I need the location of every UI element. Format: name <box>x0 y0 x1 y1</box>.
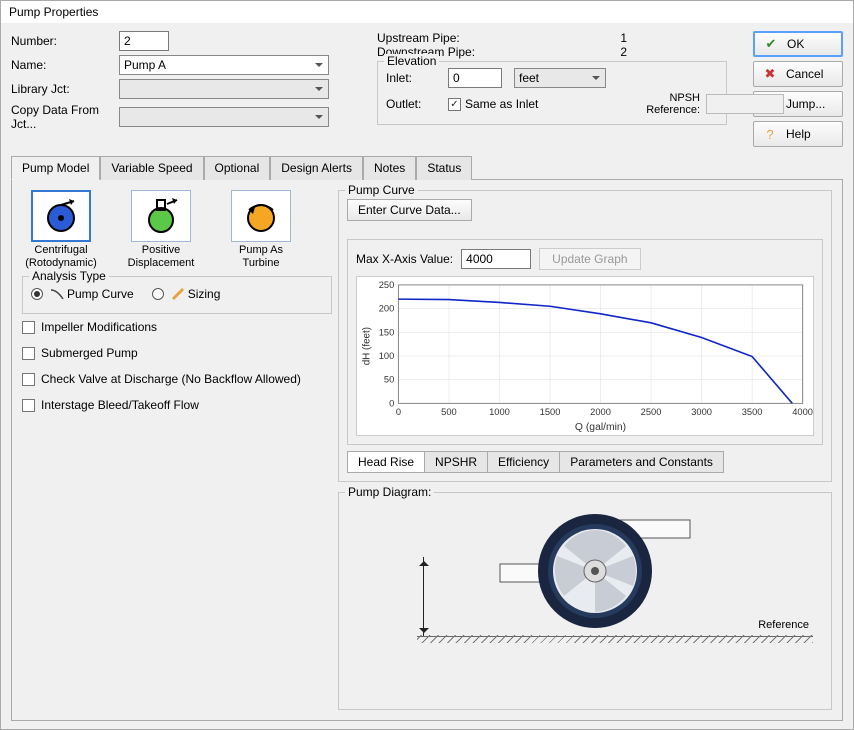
tab-variable-speed[interactable]: Variable Speed <box>100 156 203 180</box>
svg-text:2000: 2000 <box>590 407 611 417</box>
npsh-ref-label: NPSH Reference: <box>620 92 700 116</box>
check-valve-checkbox[interactable] <box>22 373 35 386</box>
svg-text:0: 0 <box>389 399 394 409</box>
update-graph-button: Update Graph <box>539 248 640 270</box>
window-title: Pump Properties <box>1 1 853 23</box>
library-jct-label: Library Jct: <box>11 82 119 96</box>
tab-pump-model[interactable]: Pump Model <box>11 156 100 180</box>
inlet-unit-combo[interactable]: feet <box>514 68 606 88</box>
centrifugal-icon <box>31 190 91 242</box>
name-combo[interactable]: Pump A <box>119 55 329 75</box>
name-label: Name: <box>11 58 119 72</box>
centrifugal-button[interactable]: Centrifugal (Rotodynamic) <box>22 190 100 270</box>
check-icon: ✔ <box>763 36 779 52</box>
subtab-efficiency[interactable]: Efficiency <box>487 451 560 473</box>
svg-text:1500: 1500 <box>540 407 561 417</box>
svg-text:1000: 1000 <box>489 407 510 417</box>
reference-hatch <box>417 635 813 643</box>
analysis-type-label: Analysis Type <box>29 269 109 283</box>
subtab-head-rise[interactable]: Head Rise <box>347 451 425 473</box>
copy-data-combo[interactable] <box>119 107 329 127</box>
tab-design-alerts[interactable]: Design Alerts <box>270 156 363 180</box>
enter-curve-data-button[interactable]: Enter Curve Data... <box>347 199 472 221</box>
check-valve-label: Check Valve at Discharge (No Backflow Al… <box>41 372 301 386</box>
svg-text:3500: 3500 <box>742 407 763 417</box>
svg-text:150: 150 <box>379 327 395 337</box>
svg-text:500: 500 <box>441 407 457 417</box>
positive-displacement-icon <box>131 190 191 242</box>
positive-displacement-button[interactable]: Positive Displacement <box>122 190 200 270</box>
cancel-button[interactable]: ✖Cancel <box>753 61 843 87</box>
svg-text:2500: 2500 <box>641 407 662 417</box>
chart-xlabel: Q (gal/min) <box>575 422 626 433</box>
library-jct-combo[interactable] <box>119 79 329 99</box>
subtab-npshr[interactable]: NPSHR <box>424 451 488 473</box>
svg-text:250: 250 <box>379 280 395 290</box>
elevation-group-label: Elevation <box>384 54 439 68</box>
number-input[interactable] <box>119 31 169 51</box>
tab-notes[interactable]: Notes <box>363 156 416 180</box>
submerged-checkbox[interactable] <box>22 347 35 360</box>
inlet-label: Inlet: <box>386 71 442 85</box>
pump-curve-radio[interactable]: Pump Curve <box>31 287 134 301</box>
pump-diagram-image <box>455 506 715 636</box>
inlet-input[interactable] <box>448 68 502 88</box>
submerged-label: Submerged Pump <box>41 346 138 360</box>
outlet-label: Outlet: <box>386 97 442 111</box>
subtab-params[interactable]: Parameters and Constants <box>559 451 724 473</box>
npsh-ref-input <box>706 94 784 114</box>
ok-button[interactable]: ✔OK <box>753 31 843 57</box>
svg-text:200: 200 <box>379 304 395 314</box>
help-icon: ? <box>762 127 778 142</box>
pump-diagram-label: Pump Diagram: <box>345 485 434 499</box>
upstream-pipe-value: 1 <box>620 31 627 45</box>
dimension-arrow <box>419 557 429 637</box>
same-as-inlet-label: Same as Inlet <box>465 97 538 111</box>
help-button[interactable]: ?Help <box>753 121 843 147</box>
svg-text:4000: 4000 <box>792 407 813 417</box>
reference-label: Reference <box>758 619 809 631</box>
tab-status[interactable]: Status <box>416 156 472 180</box>
sizing-radio[interactable]: Sizing <box>152 287 221 301</box>
interstage-label: Interstage Bleed/Takeoff Flow <box>41 398 199 412</box>
same-as-inlet-checkbox[interactable] <box>448 98 461 111</box>
svg-text:100: 100 <box>379 351 395 361</box>
interstage-checkbox[interactable] <box>22 399 35 412</box>
max-x-label: Max X-Axis Value: <box>356 252 453 266</box>
impeller-mod-checkbox[interactable] <box>22 321 35 334</box>
pump-as-turbine-button[interactable]: Pump As Turbine <box>222 190 300 270</box>
downstream-pipe-value: 2 <box>620 45 627 59</box>
svg-text:3000: 3000 <box>691 407 712 417</box>
max-x-input[interactable] <box>461 249 531 269</box>
pump-as-turbine-icon <box>231 190 291 242</box>
svg-text:50: 50 <box>384 375 394 385</box>
pump-curve-chart: 0 50 100 150 200 250 0 500 1000 150 <box>356 276 814 436</box>
cancel-icon: ✖ <box>762 66 778 82</box>
number-label: Number: <box>11 34 119 48</box>
tab-optional[interactable]: Optional <box>204 156 271 180</box>
curve-icon <box>50 287 64 301</box>
upstream-pipe-label: Upstream Pipe: <box>377 31 460 45</box>
impeller-mod-label: Impeller Modifications <box>41 320 157 334</box>
copy-data-label: Copy Data From Jct... <box>11 103 119 131</box>
chart-ylabel: dH (feet) <box>361 327 372 365</box>
svg-text:0: 0 <box>396 407 401 417</box>
sizing-icon <box>171 287 185 301</box>
pump-curve-group-label: Pump Curve <box>345 183 418 197</box>
